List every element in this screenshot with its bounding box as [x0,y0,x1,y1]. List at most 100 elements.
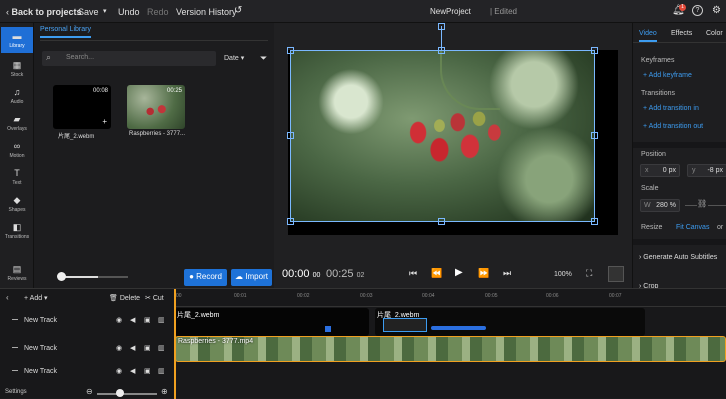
undo-button[interactable]: Undo [118,7,140,17]
eye-icon[interactable]: ◉ [116,344,122,352]
sidebar-item-motion[interactable]: ∞ Motion [1,137,33,163]
sidebar-item-audio[interactable]: ♫ Audio [1,83,33,109]
save-button[interactable]: Save [78,7,99,17]
tab-color[interactable]: Color [706,30,723,37]
project-name[interactable]: NewProject [430,7,471,16]
sort-label: Date [224,55,239,62]
version-history-button[interactable]: Version History [176,7,237,17]
lock-icon[interactable]: ▣ [144,344,151,352]
music-icon: ♫ [13,87,21,97]
rotate-handle[interactable] [438,23,445,30]
timeline-clip-raspberries[interactable]: Raspberries - 3777.mp4 [175,336,726,362]
sidebar-item-library[interactable]: ▬ Library [1,27,33,53]
zoom-out-icon[interactable]: ⊖ [86,387,93,396]
selection-frame[interactable] [290,50,595,222]
zoom-level[interactable]: 100% [554,271,572,278]
link-icon[interactable]: ⛓ [697,199,707,208]
history-icon[interactable]: ↺ [234,5,242,16]
settings-gear-icon[interactable]: ⚙ [712,5,721,16]
trash-icon[interactable]: ▥ [158,367,165,375]
sidebar-item-text[interactable]: T Text [1,164,33,190]
position-y-field[interactable]: y -8 px [687,164,726,177]
filter-icon[interactable]: ⏷ [260,53,267,64]
cut-button[interactable]: ✂ Cut [145,294,164,302]
back-button[interactable]: ‹ Back to projects [6,7,82,17]
speaker-icon[interactable]: ◀ [130,316,135,324]
drag-handle-icon[interactable] [12,370,18,371]
ruler-tick: 00:05 [485,293,498,299]
sidebar-item-transitions[interactable]: ◧ Transitions [1,218,33,244]
track-name[interactable]: New Track [24,317,57,324]
collapse-icon[interactable]: ‹ [6,293,9,302]
resize-handle-tr[interactable] [591,47,598,54]
sort-dropdown[interactable]: Date ▾ [224,54,244,62]
section-separator [633,142,726,148]
timeline-clip[interactable]: 片尾_2.webm [175,308,369,336]
add-keyframe-button[interactable]: + Add keyframe [643,72,692,79]
track-name[interactable]: New Track [24,345,57,352]
track-name[interactable]: New Track [24,368,57,375]
tab-effects[interactable]: Effects [671,30,692,37]
tab-personal-library[interactable]: Personal Library [40,26,91,38]
import-button[interactable]: ☁ Import [231,269,272,286]
resize-handle-bl[interactable] [287,218,294,225]
playhead[interactable] [174,289,176,399]
time-ruler[interactable]: 00 00:01 00:02 00:03 00:04 00:05 00:06 0… [174,289,726,307]
zoom-in-icon[interactable]: ⊕ [161,387,168,396]
help-icon[interactable]: ? [692,5,703,16]
resize-handle-br[interactable] [591,218,598,225]
lock-icon[interactable]: ▣ [144,316,151,324]
trash-icon[interactable]: ▥ [158,344,165,352]
search-input[interactable]: ⌕ Search... [42,51,216,66]
timeline-clip[interactable]: 片尾_2.webm [375,308,645,336]
add-transition-out-button[interactable]: + Add transition out [643,123,703,130]
rewind-icon[interactable]: ⏪ [431,268,442,279]
add-to-timeline-icon[interactable]: + [102,117,107,126]
sidebar-item-reviews[interactable]: ▤ Reviews [1,260,33,286]
resize-handle-tl[interactable] [287,47,294,54]
trash-icon[interactable]: ▥ [158,316,165,324]
resize-handle-l[interactable] [287,132,294,139]
position-x-field[interactable]: x 0 px [640,164,680,177]
drag-handle-icon[interactable] [12,319,18,320]
settings-button[interactable]: Settings [5,389,27,395]
resize-handle-b[interactable] [438,218,445,225]
add-track-button[interactable]: + Add ▾ [24,294,48,302]
delete-button[interactable]: 🗑︎ Delete [109,294,140,302]
scale-width-field[interactable]: W 280 % [640,199,680,212]
fullscreen-icon[interactable]: ⛶ [586,268,592,279]
zoom-slider[interactable] [97,393,157,395]
speaker-icon[interactable]: ◀ [130,344,135,352]
sidebar-item-shapes[interactable]: ◆ Shapes [1,191,33,217]
record-button[interactable]: ● Record [184,269,227,286]
generate-subtitles-row[interactable]: › Generate Auto Subtitles [639,254,717,261]
fit-canvas-button[interactable]: Fit Canvas [676,224,709,231]
x-label: x [645,167,649,174]
add-transition-in-button[interactable]: + Add transition in [643,105,699,112]
sidebar-item-overlays[interactable]: ▰ Overlays [1,110,33,136]
skip-end-icon[interactable]: ⏭ [503,268,511,279]
aspect-ratio-icon[interactable] [608,266,624,282]
sidebar-item-stock[interactable]: ▦ Stock [1,56,33,82]
eye-icon[interactable]: ◉ [116,367,122,375]
zoom-slider-handle[interactable] [116,389,124,397]
lock-icon[interactable]: ▣ [144,367,151,375]
fast-forward-icon[interactable]: ⏩ [478,268,489,279]
skip-start-icon[interactable]: ⏮ [409,268,417,279]
thumb-size-slider[interactable] [64,276,98,278]
tab-video[interactable]: Video [639,30,657,42]
resize-handle-r[interactable] [591,132,598,139]
ruler-tick: 00:01 [234,293,247,299]
speaker-icon[interactable]: ◀ [130,367,135,375]
play-icon[interactable]: ▶ [455,267,463,278]
eye-icon[interactable]: ◉ [116,316,122,324]
media-thumb-2[interactable]: 00:25 [127,85,185,129]
motion-icon: ∞ [13,141,21,151]
drag-handle-icon[interactable] [12,347,18,348]
resize-handle-t[interactable] [438,47,445,54]
slider-handle[interactable] [57,272,66,281]
save-dropdown-icon[interactable]: ▾ [103,7,107,15]
media-thumb-1[interactable]: 00:08 + [53,85,111,129]
redo-button[interactable]: Redo [147,7,169,17]
search-icon: ⌕ [46,52,52,62]
